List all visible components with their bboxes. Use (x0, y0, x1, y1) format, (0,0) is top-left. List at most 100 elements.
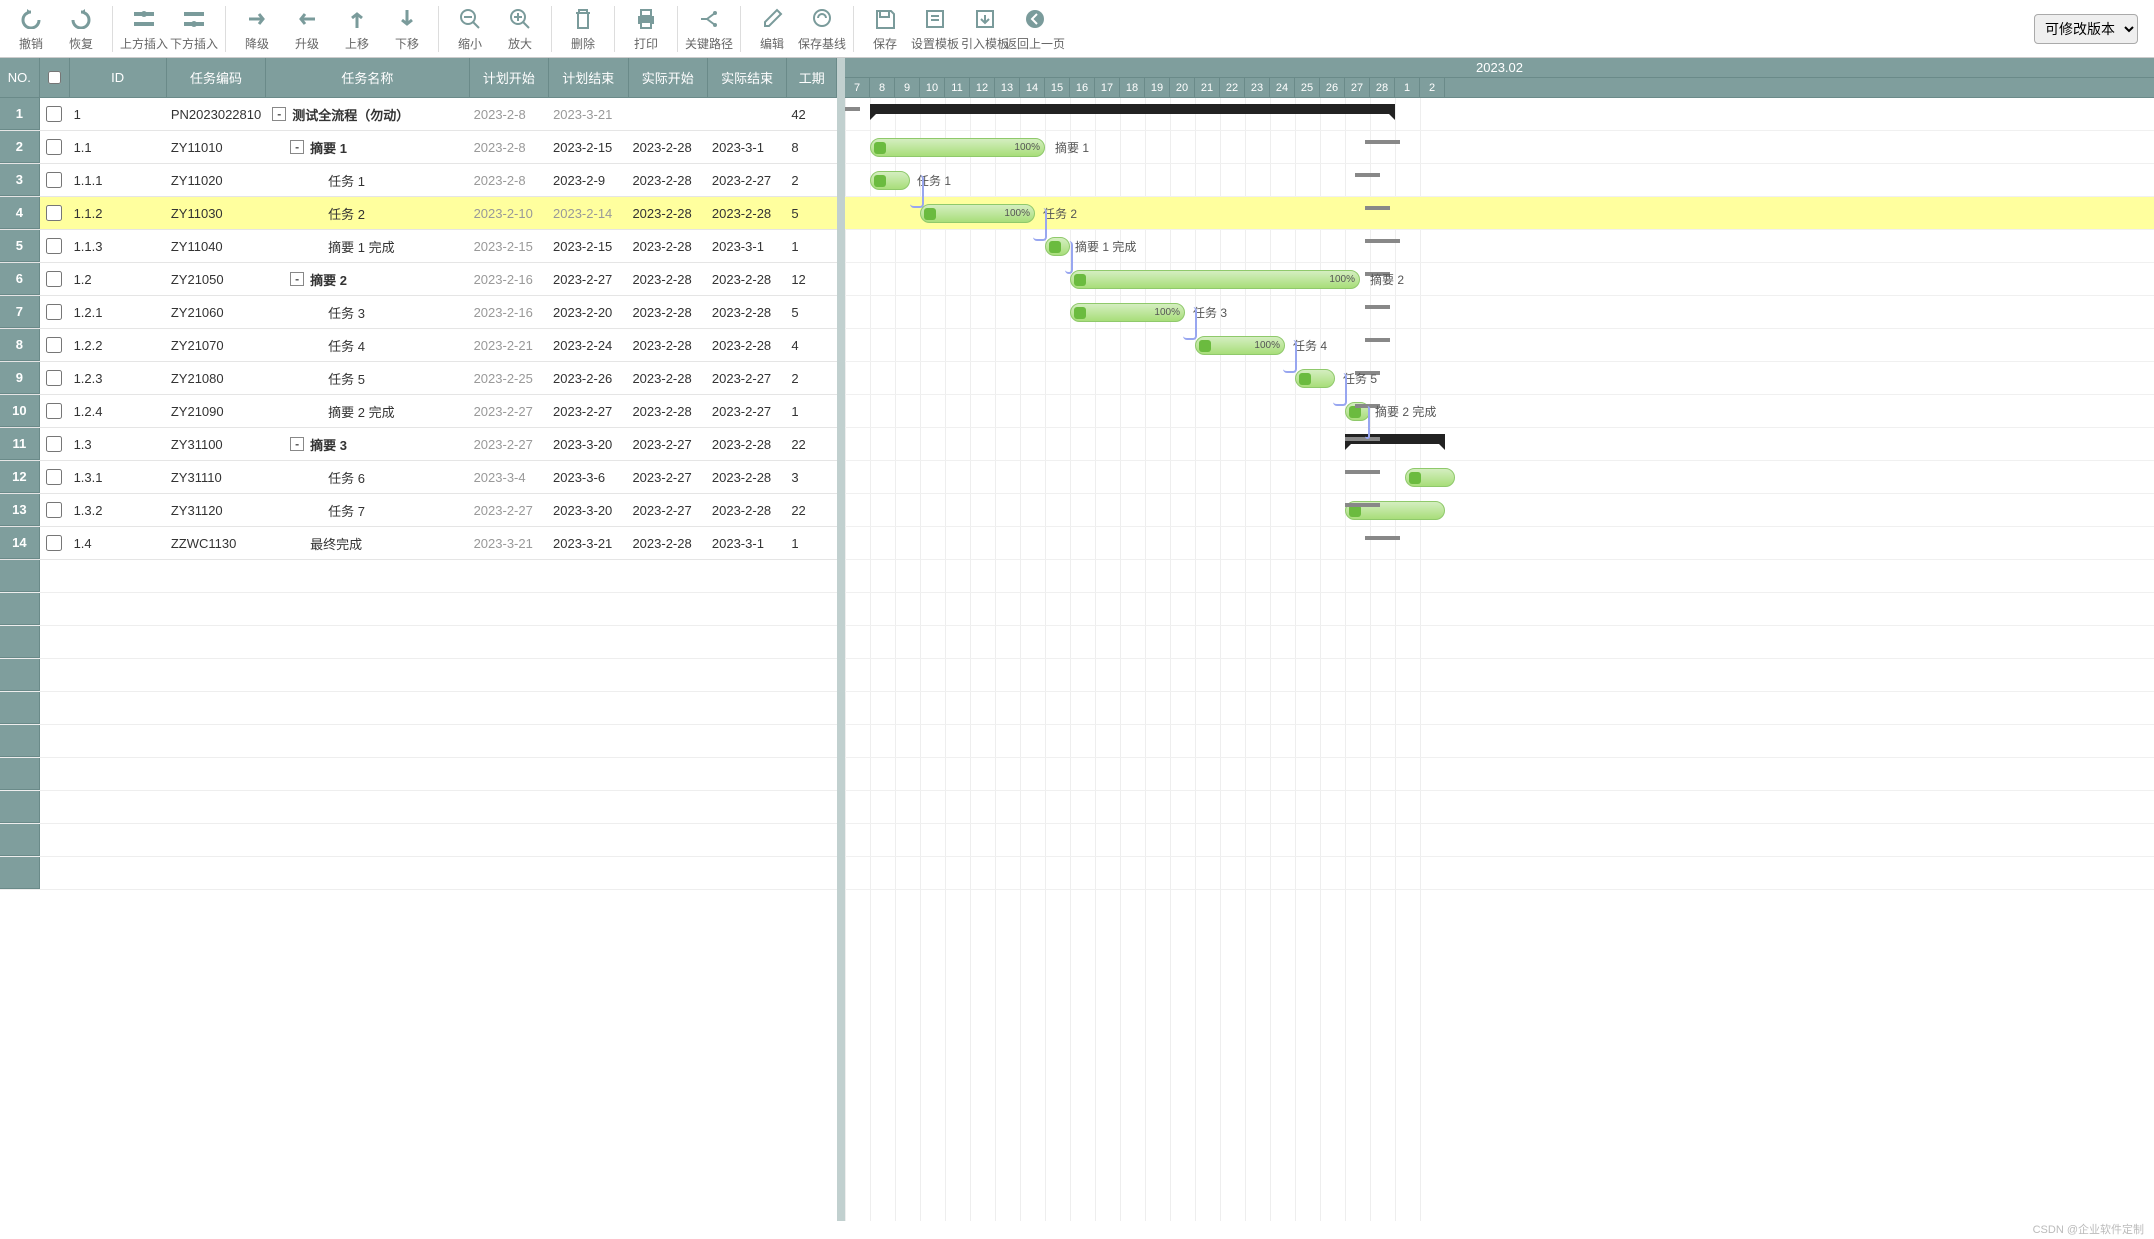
undo-button[interactable]: 撤销 (6, 1, 56, 57)
gantt-row[interactable]: 100%摘要 1 (845, 131, 2154, 164)
save-button[interactable]: 保存 (860, 1, 910, 57)
table-row[interactable]: 91.2.3ZY21080任务 52023-2-252023-2-262023-… (0, 362, 837, 395)
cell-plan-end[interactable]: 2023-2-14 (549, 197, 628, 229)
cell-plan-start[interactable]: 2023-3-21 (470, 527, 549, 559)
table-row[interactable]: 111.3ZY31100-摘要 32023-2-272023-3-202023-… (0, 428, 837, 461)
select-all-checkbox[interactable] (48, 71, 61, 84)
cell-actual-start[interactable]: 2023-2-28 (628, 263, 707, 295)
cell-plan-start[interactable]: 2023-2-16 (470, 296, 549, 328)
row-checkbox[interactable] (46, 304, 62, 320)
cell-duration[interactable]: 5 (787, 197, 837, 229)
cell-plan-start[interactable]: 2023-2-10 (470, 197, 549, 229)
cell-duration[interactable]: 5 (787, 296, 837, 328)
table-row[interactable]: 21.1ZY11010-摘要 12023-2-82023-2-152023-2-… (0, 131, 837, 164)
header-no[interactable]: NO. (0, 58, 40, 97)
task-bar[interactable]: 100% (1070, 270, 1360, 289)
cell-duration[interactable]: 1 (787, 395, 837, 427)
gantt-row[interactable] (845, 527, 2154, 560)
cell-task-code[interactable]: ZY11010 (167, 131, 266, 163)
cell-task-code[interactable]: ZY21080 (167, 362, 266, 394)
cell-plan-start[interactable]: 2023-2-27 (470, 428, 549, 460)
cell-plan-end[interactable]: 2023-2-24 (549, 329, 628, 361)
header-actual-start[interactable]: 实际开始 (629, 58, 708, 97)
cell-duration[interactable]: 12 (787, 263, 837, 295)
task-bar[interactable] (1045, 237, 1070, 256)
cell-plan-end[interactable]: 2023-2-26 (549, 362, 628, 394)
insert-above-button[interactable]: 上方插入 (119, 1, 169, 57)
cell-actual-end[interactable]: 2023-3-1 (708, 230, 787, 262)
cell-plan-end[interactable]: 2023-2-15 (549, 131, 628, 163)
row-checkbox[interactable] (46, 469, 62, 485)
version-select[interactable]: 可修改版本 (2034, 14, 2138, 44)
cell-task-name[interactable]: 任务 1 (266, 164, 469, 196)
cell-id[interactable]: 1.1.3 (70, 230, 167, 262)
table-row[interactable]: 101.2.4ZY21090摘要 2 完成2023-2-272023-2-272… (0, 395, 837, 428)
table-row[interactable]: 121.3.1ZY31110任务 62023-3-42023-3-62023-2… (0, 461, 837, 494)
cell-task-name[interactable]: 摘要 1 完成 (266, 230, 469, 262)
row-checkbox[interactable] (46, 106, 62, 122)
row-checkbox[interactable] (46, 337, 62, 353)
cell-task-code[interactable]: ZY21060 (167, 296, 266, 328)
cell-plan-start[interactable]: 2023-2-27 (470, 494, 549, 526)
zoom-in-button[interactable]: 放大 (495, 1, 545, 57)
cell-actual-end[interactable]: 2023-2-28 (708, 428, 787, 460)
cell-task-name[interactable]: -摘要 1 (266, 131, 469, 163)
cell-actual-start[interactable]: 2023-2-27 (628, 461, 707, 493)
cell-id[interactable]: 1.2.3 (70, 362, 167, 394)
cell-plan-end[interactable]: 2023-3-21 (549, 98, 628, 130)
table-row[interactable]: 131.3.2ZY31120任务 72023-2-272023-3-202023… (0, 494, 837, 527)
cell-id[interactable]: 1.3.1 (70, 461, 167, 493)
cell-actual-end[interactable]: 2023-2-28 (708, 263, 787, 295)
back-button[interactable]: 返回上一页 (1010, 1, 1060, 57)
cell-actual-end[interactable]: 2023-2-28 (708, 197, 787, 229)
gantt-row[interactable] (845, 461, 2154, 494)
cell-id[interactable]: 1.2 (70, 263, 167, 295)
cell-task-name[interactable]: 任务 7 (266, 494, 469, 526)
cell-plan-start[interactable]: 2023-3-4 (470, 461, 549, 493)
summary-bar[interactable] (870, 104, 1395, 114)
row-checkbox[interactable] (46, 205, 62, 221)
cell-actual-end[interactable]: 2023-2-28 (708, 296, 787, 328)
critical-path-button[interactable]: 关键路径 (684, 1, 734, 57)
table-row[interactable]: 71.2.1ZY21060任务 32023-2-162023-2-202023-… (0, 296, 837, 329)
table-row[interactable]: 41.1.2ZY11030任务 22023-2-102023-2-142023-… (0, 197, 837, 230)
cell-task-code[interactable]: ZY21090 (167, 395, 266, 427)
gantt-row[interactable]: 任务 1 (845, 164, 2154, 197)
cell-duration[interactable]: 3 (787, 461, 837, 493)
cell-task-code[interactable]: ZY31100 (167, 428, 266, 460)
cell-actual-start[interactable]: 2023-2-28 (628, 362, 707, 394)
cell-duration[interactable]: 1 (787, 527, 837, 559)
task-bar[interactable]: 100% (920, 204, 1035, 223)
gantt-row[interactable] (845, 428, 2154, 461)
print-button[interactable]: 打印 (621, 1, 671, 57)
cell-task-name[interactable]: 任务 5 (266, 362, 469, 394)
cell-actual-start[interactable]: 2023-2-28 (628, 395, 707, 427)
cell-actual-start[interactable]: 2023-2-28 (628, 329, 707, 361)
cell-id[interactable]: 1.3 (70, 428, 167, 460)
cell-task-code[interactable]: ZY11040 (167, 230, 266, 262)
cell-plan-start[interactable]: 2023-2-8 (470, 131, 549, 163)
cell-task-name[interactable]: 任务 4 (266, 329, 469, 361)
zoom-out-button[interactable]: 缩小 (445, 1, 495, 57)
cell-duration[interactable]: 2 (787, 362, 837, 394)
cell-actual-end[interactable]: 2023-2-27 (708, 395, 787, 427)
cell-task-code[interactable]: ZZWC1130 (167, 527, 266, 559)
delete-button[interactable]: 删除 (558, 1, 608, 57)
cell-plan-end[interactable]: 2023-3-20 (549, 428, 628, 460)
cell-task-name[interactable]: 摘要 2 完成 (266, 395, 469, 427)
gantt-row[interactable]: 任务 5 (845, 362, 2154, 395)
task-bar[interactable]: 100% (870, 138, 1045, 157)
cell-actual-start[interactable]: 2023-2-28 (628, 230, 707, 262)
task-bar[interactable]: 100% (1070, 303, 1185, 322)
table-row[interactable]: 141.4ZZWC1130最终完成2023-3-212023-3-212023-… (0, 527, 837, 560)
gantt-row[interactable] (845, 98, 2154, 131)
cell-task-name[interactable]: -摘要 2 (266, 263, 469, 295)
set-template-button[interactable]: 设置模板 (910, 1, 960, 57)
cell-id[interactable]: 1.1 (70, 131, 167, 163)
outdent-button[interactable]: 降级 (232, 1, 282, 57)
save-baseline-button[interactable]: 保存基线 (797, 1, 847, 57)
gantt-row[interactable]: 100%任务 2 (845, 197, 2154, 230)
table-row[interactable]: 31.1.1ZY11020任务 12023-2-82023-2-92023-2-… (0, 164, 837, 197)
row-checkbox[interactable] (46, 172, 62, 188)
header-checkbox[interactable] (40, 58, 70, 97)
